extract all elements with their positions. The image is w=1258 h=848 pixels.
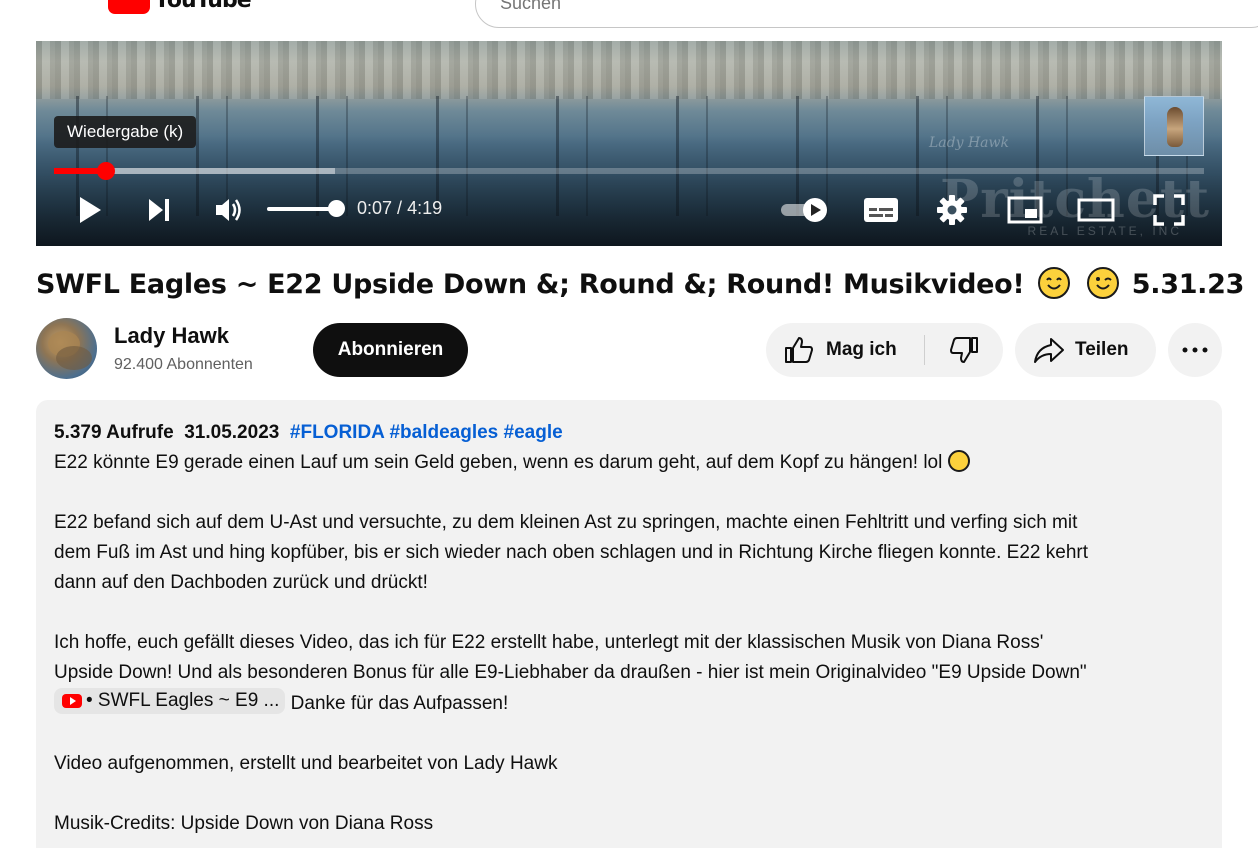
volume-slider[interactable] [267,207,337,211]
channel-name[interactable]: Lady Hawk [114,323,229,349]
progress-bar[interactable] [54,162,1204,180]
share-icon [1034,338,1064,363]
video-title: SWFL Eagles ~ E22 Upside Down &; Round &… [36,267,1244,300]
watermark-channel-text: Lady Hawk [929,135,1009,151]
description-text: Danke für das Aufpassen! [290,693,509,714]
description-meta: 5.379 Aufrufe 31.05.2023 #FLORIDA #balde… [54,418,1204,448]
more-horizontal-icon [1182,347,1208,353]
share-button[interactable]: Teilen [1015,323,1156,377]
smiling-face-emoji [1037,267,1070,299]
eagle-avatar-image [48,331,92,370]
theater-mode-button[interactable] [1076,193,1116,227]
search-input[interactable] [500,0,900,14]
description-text: Ich hoffe, euch gefällt dieses Video, da… [54,632,1044,653]
description-line: • SWFL Eagles ~ E9 ... Danke für das Auf… [54,688,1204,719]
theater-icon [1077,198,1115,222]
play-icon [80,197,101,223]
thumbs-up-icon [785,337,813,363]
play-button[interactable] [72,193,108,227]
youtube-logo-text: YouTube [154,0,252,13]
subtitles-icon [864,198,898,222]
winking-face-emoji [947,450,970,472]
watermark-channel: Lady Hawk [929,135,1009,151]
hashtag-link[interactable]: #eagle [504,422,563,443]
like-dislike-group: Mag ich [766,323,1003,377]
video-player[interactable]: Lady Hawk Pritchett REAL ESTATE, INC Wie… [36,41,1222,246]
dislike-button[interactable] [925,323,1003,377]
volume-icon [216,199,241,221]
view-count: 5.379 Aufrufe [54,422,174,443]
miniplayer-icon [1007,196,1043,224]
skip-next-icon [149,199,169,221]
gear-icon [937,195,967,225]
menu-icon[interactable] [40,0,68,8]
mute-button[interactable] [212,193,246,227]
channel-watermark-thumbnail[interactable] [1144,96,1204,156]
hashtag-link[interactable]: #baldeagles [389,422,498,443]
volume-handle[interactable] [328,200,345,217]
hashtag-link[interactable]: #FLORIDA [290,422,384,443]
youtube-logo[interactable]: YouTube [108,0,252,14]
video-title-text: SWFL Eagles ~ E22 Upside Down &; Round &… [36,269,1025,300]
youtube-icon [62,694,82,708]
upload-date: 31.05.2023 [184,422,280,443]
wink-icon [1095,277,1112,290]
autoplay-toggle[interactable] [778,193,832,227]
time-separator: / [392,198,408,218]
smile-icon [1045,277,1062,290]
like-label: Mag ich [826,339,897,360]
fullscreen-button[interactable] [1150,193,1188,227]
description-box[interactable]: 5.379 Aufrufe 31.05.2023 #FLORIDA #balde… [36,400,1222,848]
subtitles-button[interactable] [862,193,900,227]
masthead: YouTube [0,0,1258,30]
video-title-date: 5.31.23 [1131,269,1245,300]
share-label: Teilen [1075,339,1129,360]
description-text: Upside Down! Und als besonderen Bonus fü… [54,662,1087,683]
winking-face-emoji [1086,267,1119,299]
thumbs-down-icon [950,337,978,363]
youtube-logo-icon [108,0,150,14]
like-button[interactable]: Mag ich [766,323,924,377]
play-tooltip: Wiedergabe (k) [54,116,197,148]
autoplay-icon [781,198,827,222]
description-text: Video aufgenommen, erstellt und bearbeit… [54,753,558,774]
time-display: 0:07 / 4:19 [357,198,442,219]
description-text: dann auf den Dachboden zurück und drückt… [54,572,428,593]
progress-scrubber[interactable] [96,162,115,180]
linked-video-title: • SWFL Eagles ~ E9 ... [86,690,280,711]
subscriber-count: 92.400 Abonnenten [114,356,253,373]
description-line: E22 könnte E9 gerade einen Lauf um sein … [54,448,1204,478]
fullscreen-icon [1153,194,1185,226]
duration: 4:19 [407,198,443,218]
description-text: E22 könnte E9 gerade einen Lauf um sein … [54,452,943,473]
description-text: dem Fuß im Ast und hing kopfüber, bis er… [54,542,1088,563]
next-button[interactable] [142,193,176,227]
channel-avatar[interactable] [36,318,97,379]
video-frame-shore [36,41,1222,99]
more-actions-button[interactable] [1168,323,1222,377]
subscribe-button[interactable]: Abonnieren [313,323,468,377]
hawk-image [1167,107,1183,147]
description-text: E22 befand sich auf dem U-Ast und versuc… [54,512,1078,533]
description-text: Musik-Credits: Upside Down von Diana Ros… [54,813,434,834]
miniplayer-button[interactable] [1006,193,1044,227]
linked-video-chip[interactable]: • SWFL Eagles ~ E9 ... [54,688,286,714]
search-box[interactable] [475,0,1258,28]
current-time: 0:07 [357,198,393,218]
settings-button[interactable] [934,193,970,227]
